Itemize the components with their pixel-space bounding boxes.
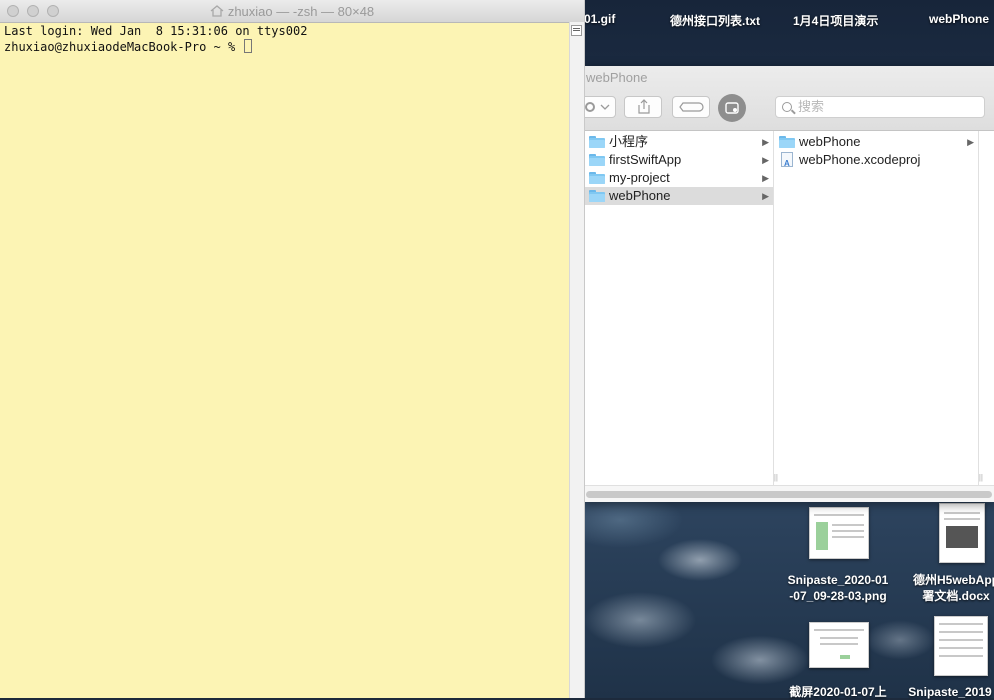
action-gear-button[interactable]	[580, 96, 616, 118]
desktop-file-txt[interactable]: 德州接口列表.txt	[670, 12, 760, 29]
list-item-selected[interactable]: webPhone ▶	[584, 187, 773, 205]
preview-button[interactable]	[718, 94, 746, 122]
terminal-prompt-line: zhuxiao@zhuxiaodeMacBook-Pro ~ %	[4, 38, 564, 55]
home-icon	[210, 5, 224, 17]
list-item[interactable]: my-project ▶	[584, 169, 773, 187]
disclosure-arrow-icon: ▶	[762, 155, 769, 165]
disclosure-arrow-icon: ▶	[762, 173, 769, 183]
terminal-titlebar: zhuxiao — -zsh — 80×48	[0, 0, 584, 23]
share-button[interactable]	[624, 96, 662, 118]
disclosure-arrow-icon: ▶	[967, 137, 974, 147]
list-item[interactable]: 小程序 ▶	[584, 133, 773, 151]
folder-icon	[589, 136, 605, 148]
search-placeholder: 搜索	[798, 99, 825, 114]
xcodeproj-icon	[781, 152, 793, 173]
folder-icon	[779, 136, 795, 148]
list-item[interactable]: webPhone.xcodeproj	[774, 151, 978, 173]
list-item[interactable]: firstSwiftApp ▶	[584, 151, 773, 169]
disclosure-arrow-icon: ▶	[762, 191, 769, 201]
search-icon	[782, 102, 792, 112]
tag-icon	[679, 102, 704, 112]
text-cursor	[244, 38, 253, 53]
horizontal-scrollbar[interactable]	[584, 485, 994, 502]
terminal-line: Last login: Wed Jan 8 15:31:06 on ttys00…	[4, 24, 308, 38]
scrollbar-thumb[interactable]	[586, 491, 992, 498]
finder-toolbar: webPhone 搜索	[580, 66, 994, 131]
screenshot-thumbnail-icon[interactable]	[809, 622, 869, 668]
docx-thumbnail-icon[interactable]	[939, 503, 985, 563]
finder-column-1: 小程序 ▶ firstSwiftApp ▶ my-project ▶ webPh…	[584, 131, 778, 486]
folder-icon	[589, 190, 605, 202]
finder-window: webPhone 搜索 小程序 ▶ firstSwiftApp ▶ my-pro…	[580, 66, 994, 502]
share-icon	[638, 99, 650, 114]
finder-column-2: webPhone ▶ webPhone.xcodeproj ||	[774, 131, 983, 486]
search-field[interactable]: 搜索	[775, 96, 985, 118]
tags-button[interactable]	[672, 96, 710, 118]
snipaste2019-thumbnail-icon[interactable]	[934, 616, 988, 676]
desktop-file-demo[interactable]: 1月4日项目演示	[793, 12, 878, 29]
desktop-file-docx[interactable]: 德州H5webApp 署文档.docx	[906, 572, 994, 604]
desktop-file-snipaste-1[interactable]: Snipaste_2020-01 -07_09-28-03.png	[782, 572, 894, 604]
terminal-scrollbar[interactable]	[569, 22, 584, 698]
gear-icon	[585, 102, 610, 112]
folder-icon	[589, 154, 605, 166]
terminal-window: zhuxiao — -zsh — 80×48 Last login: Wed J…	[0, 0, 585, 698]
preview-icon	[725, 102, 739, 114]
folder-icon	[589, 172, 605, 184]
list-item[interactable]: webPhone ▶	[774, 133, 978, 151]
disclosure-arrow-icon: ▶	[762, 137, 769, 147]
desktop-file-gif[interactable]: 01.gif	[584, 12, 615, 26]
terminal-output[interactable]: Last login: Wed Jan 8 15:31:06 on ttys00…	[4, 24, 564, 54]
finder-window-title: webPhone	[586, 70, 648, 85]
terminal-title: zhuxiao — -zsh — 80×48	[0, 4, 584, 19]
column-resize-handle[interactable]: ||	[979, 473, 983, 482]
desktop-folder-webphone[interactable]: webPhone	[929, 12, 989, 26]
snipaste-thumbnail-icon[interactable]	[809, 507, 869, 559]
split-pane-icon[interactable]	[571, 25, 582, 36]
